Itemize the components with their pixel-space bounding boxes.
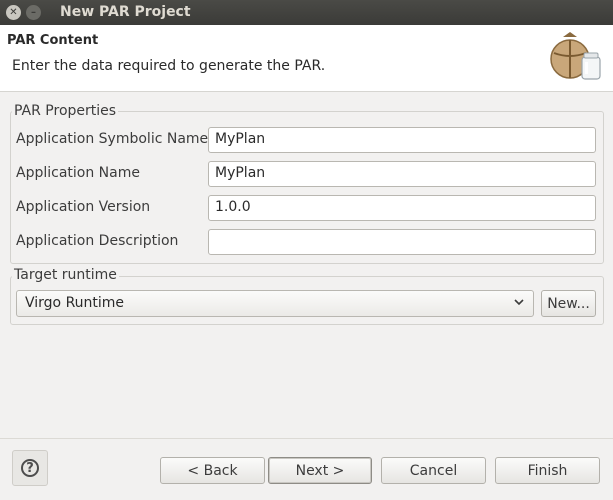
archive-jar-icon <box>550 32 601 80</box>
application-version-input[interactable]: 1.0.0 <box>208 195 596 221</box>
target-runtime-select[interactable]: Virgo Runtime <box>16 290 534 317</box>
window-title: New PAR Project <box>60 4 191 20</box>
page-title: PAR Content <box>7 33 99 48</box>
chevron-down-icon <box>514 299 524 306</box>
button-bar-divider <box>0 438 613 439</box>
par-properties-legend: PAR Properties <box>12 103 119 119</box>
application-name-label: Application Name <box>16 165 140 181</box>
next-button[interactable]: Next > <box>268 457 372 484</box>
page-description: Enter the data required to generate the … <box>12 58 326 74</box>
target-runtime-value: Virgo Runtime <box>25 295 125 311</box>
close-icon[interactable]: ✕ <box>6 5 21 20</box>
title-bar: ✕ – New PAR Project <box>0 0 613 25</box>
help-button[interactable]: ? <box>12 450 48 486</box>
symbolic-name-label: Application Symbolic Name <box>16 131 209 147</box>
help-icon: ? <box>21 459 39 477</box>
minimize-icon[interactable]: – <box>26 5 41 20</box>
wizard-header: PAR Content Enter the data required to g… <box>0 25 613 92</box>
cancel-button[interactable]: Cancel <box>381 457 486 484</box>
application-description-label: Application Description <box>16 233 179 249</box>
target-runtime-legend: Target runtime <box>12 267 119 283</box>
new-runtime-button[interactable]: New... <box>541 290 596 317</box>
finish-button[interactable]: Finish <box>495 457 600 484</box>
application-description-input[interactable] <box>208 229 596 255</box>
application-version-label: Application Version <box>16 199 151 215</box>
symbolic-name-input[interactable]: MyPlan <box>208 127 596 153</box>
application-name-input[interactable]: MyPlan <box>208 161 596 187</box>
back-button[interactable]: < Back <box>160 457 265 484</box>
